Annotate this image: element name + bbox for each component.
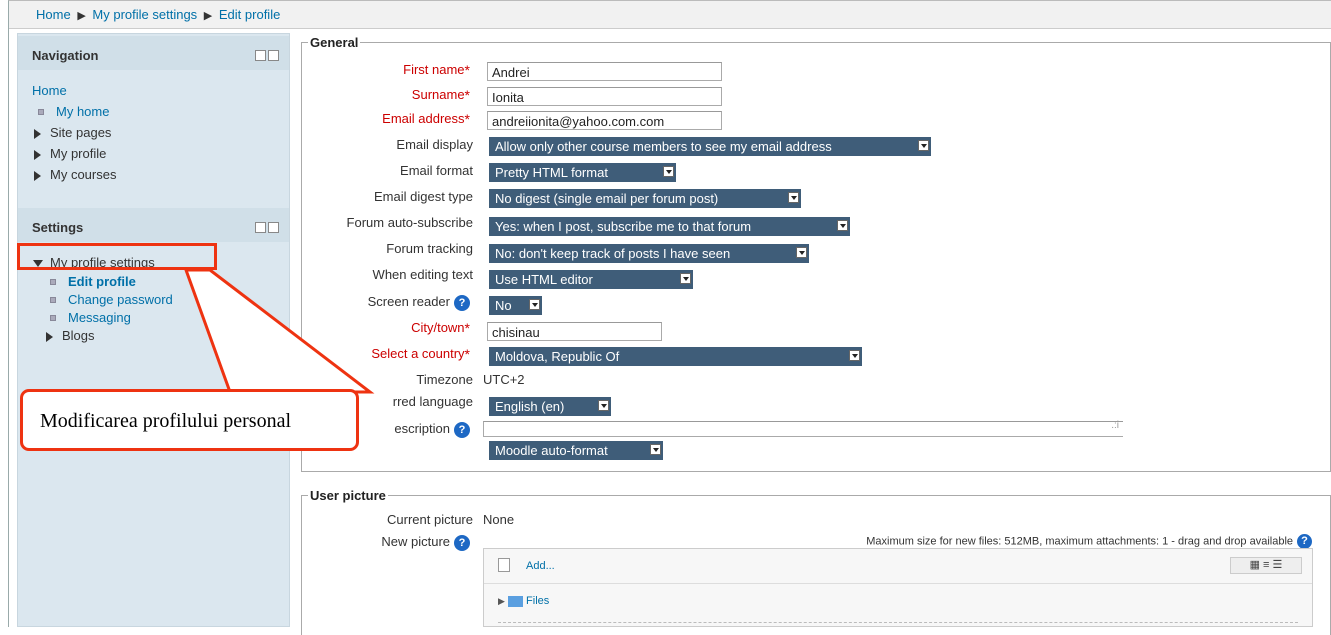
- callout-pointer: [183, 268, 375, 394]
- profile-settings-highlight: [17, 243, 217, 270]
- callout-box: Modificarea profilului personal: [20, 389, 359, 451]
